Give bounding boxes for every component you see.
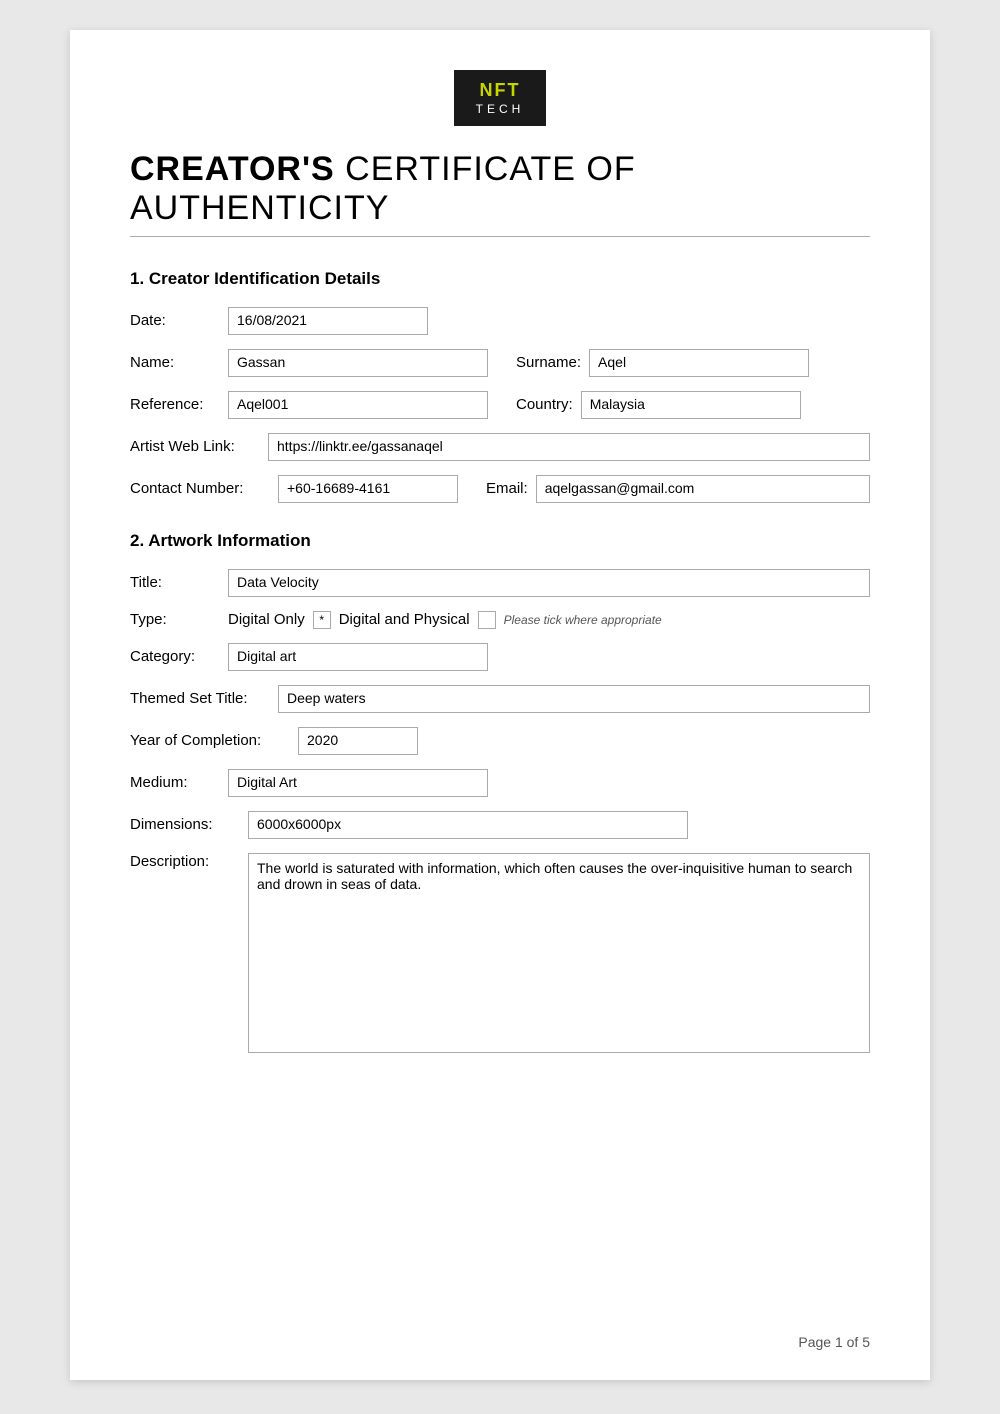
logo-line1: NFT [476, 80, 525, 102]
category-field[interactable]: Digital art [228, 643, 488, 671]
document-page: NFT TECH CREATOR'S CERTIFICATE OF AUTHEN… [70, 30, 930, 1380]
document-title: CREATOR'S CERTIFICATE OF AUTHENTICITY [130, 150, 870, 228]
weblink-field[interactable]: https://linktr.ee/gassanaqel [268, 433, 870, 461]
category-row: Category: Digital art [130, 643, 870, 671]
dimensions-field[interactable]: 6000x6000px [248, 811, 688, 839]
description-row: Description: The world is saturated with… [130, 853, 870, 1053]
date-row: Date: 16/08/2021 [130, 307, 870, 335]
tick-note: Please tick where appropriate [504, 613, 662, 627]
email-field[interactable]: aqelgassan@gmail.com [536, 475, 870, 503]
year-label: Year of Completion: [130, 732, 290, 749]
title-divider [130, 236, 870, 237]
type-label: Type: [130, 611, 220, 628]
contact-label: Contact Number: [130, 480, 270, 497]
country-label: Country: [516, 396, 573, 413]
dimensions-label: Dimensions: [130, 816, 240, 833]
themed-row: Themed Set Title: Deep waters [130, 685, 870, 713]
artwork-title-field[interactable]: Data Velocity [228, 569, 870, 597]
page-number: Page 1 of 5 [798, 1334, 870, 1350]
description-label: Description: [130, 853, 240, 870]
section1: 1. Creator Identification Details Date: … [130, 269, 870, 503]
type-digital-physical-label: Digital and Physical [339, 611, 470, 628]
medium-row: Medium: Digital Art [130, 769, 870, 797]
name-label: Name: [130, 354, 220, 371]
weblink-label: Artist Web Link: [130, 438, 260, 455]
contact-email-row: Contact Number: +60-16689-4161 Email: aq… [130, 475, 870, 503]
type-row: Type: Digital Only * Digital and Physica… [130, 611, 870, 629]
medium-label: Medium: [130, 774, 220, 791]
type-digital-only-label: Digital Only [228, 611, 305, 628]
section2: 2. Artwork Information Title: Data Veloc… [130, 531, 870, 1053]
reference-field[interactable]: Aqel001 [228, 391, 488, 419]
dimensions-row: Dimensions: 6000x6000px [130, 811, 870, 839]
year-field[interactable]: 2020 [298, 727, 418, 755]
description-field[interactable]: The world is saturated with information,… [248, 853, 870, 1053]
date-label: Date: [130, 312, 220, 329]
artwork-title-label: Title: [130, 574, 220, 591]
logo-area: NFT TECH [130, 70, 870, 126]
nft-tech-logo: NFT TECH [454, 70, 547, 126]
artwork-title-row: Title: Data Velocity [130, 569, 870, 597]
year-row: Year of Completion: 2020 [130, 727, 870, 755]
title-bold: CREATOR'S [130, 150, 335, 188]
digital-physical-checkbox[interactable] [478, 611, 496, 629]
name-surname-row: Name: Gassan Surname: Aqel [130, 349, 870, 377]
reference-label: Reference: [130, 396, 220, 413]
reference-country-row: Reference: Aqel001 Country: Malaysia [130, 391, 870, 419]
section2-heading: 2. Artwork Information [130, 531, 870, 551]
email-label: Email: [486, 480, 528, 497]
name-field[interactable]: Gassan [228, 349, 488, 377]
surname-field[interactable]: Aqel [589, 349, 809, 377]
medium-field[interactable]: Digital Art [228, 769, 488, 797]
logo-line2: TECH [476, 102, 525, 116]
country-field[interactable]: Malaysia [581, 391, 801, 419]
themed-label: Themed Set Title: [130, 690, 270, 707]
category-label: Category: [130, 648, 220, 665]
date-field[interactable]: 16/08/2021 [228, 307, 428, 335]
themed-field[interactable]: Deep waters [278, 685, 870, 713]
section1-heading: 1. Creator Identification Details [130, 269, 870, 289]
surname-label: Surname: [516, 354, 581, 371]
weblink-row: Artist Web Link: https://linktr.ee/gassa… [130, 433, 870, 461]
contact-field[interactable]: +60-16689-4161 [278, 475, 458, 503]
digital-only-checkbox[interactable]: * [313, 611, 331, 629]
